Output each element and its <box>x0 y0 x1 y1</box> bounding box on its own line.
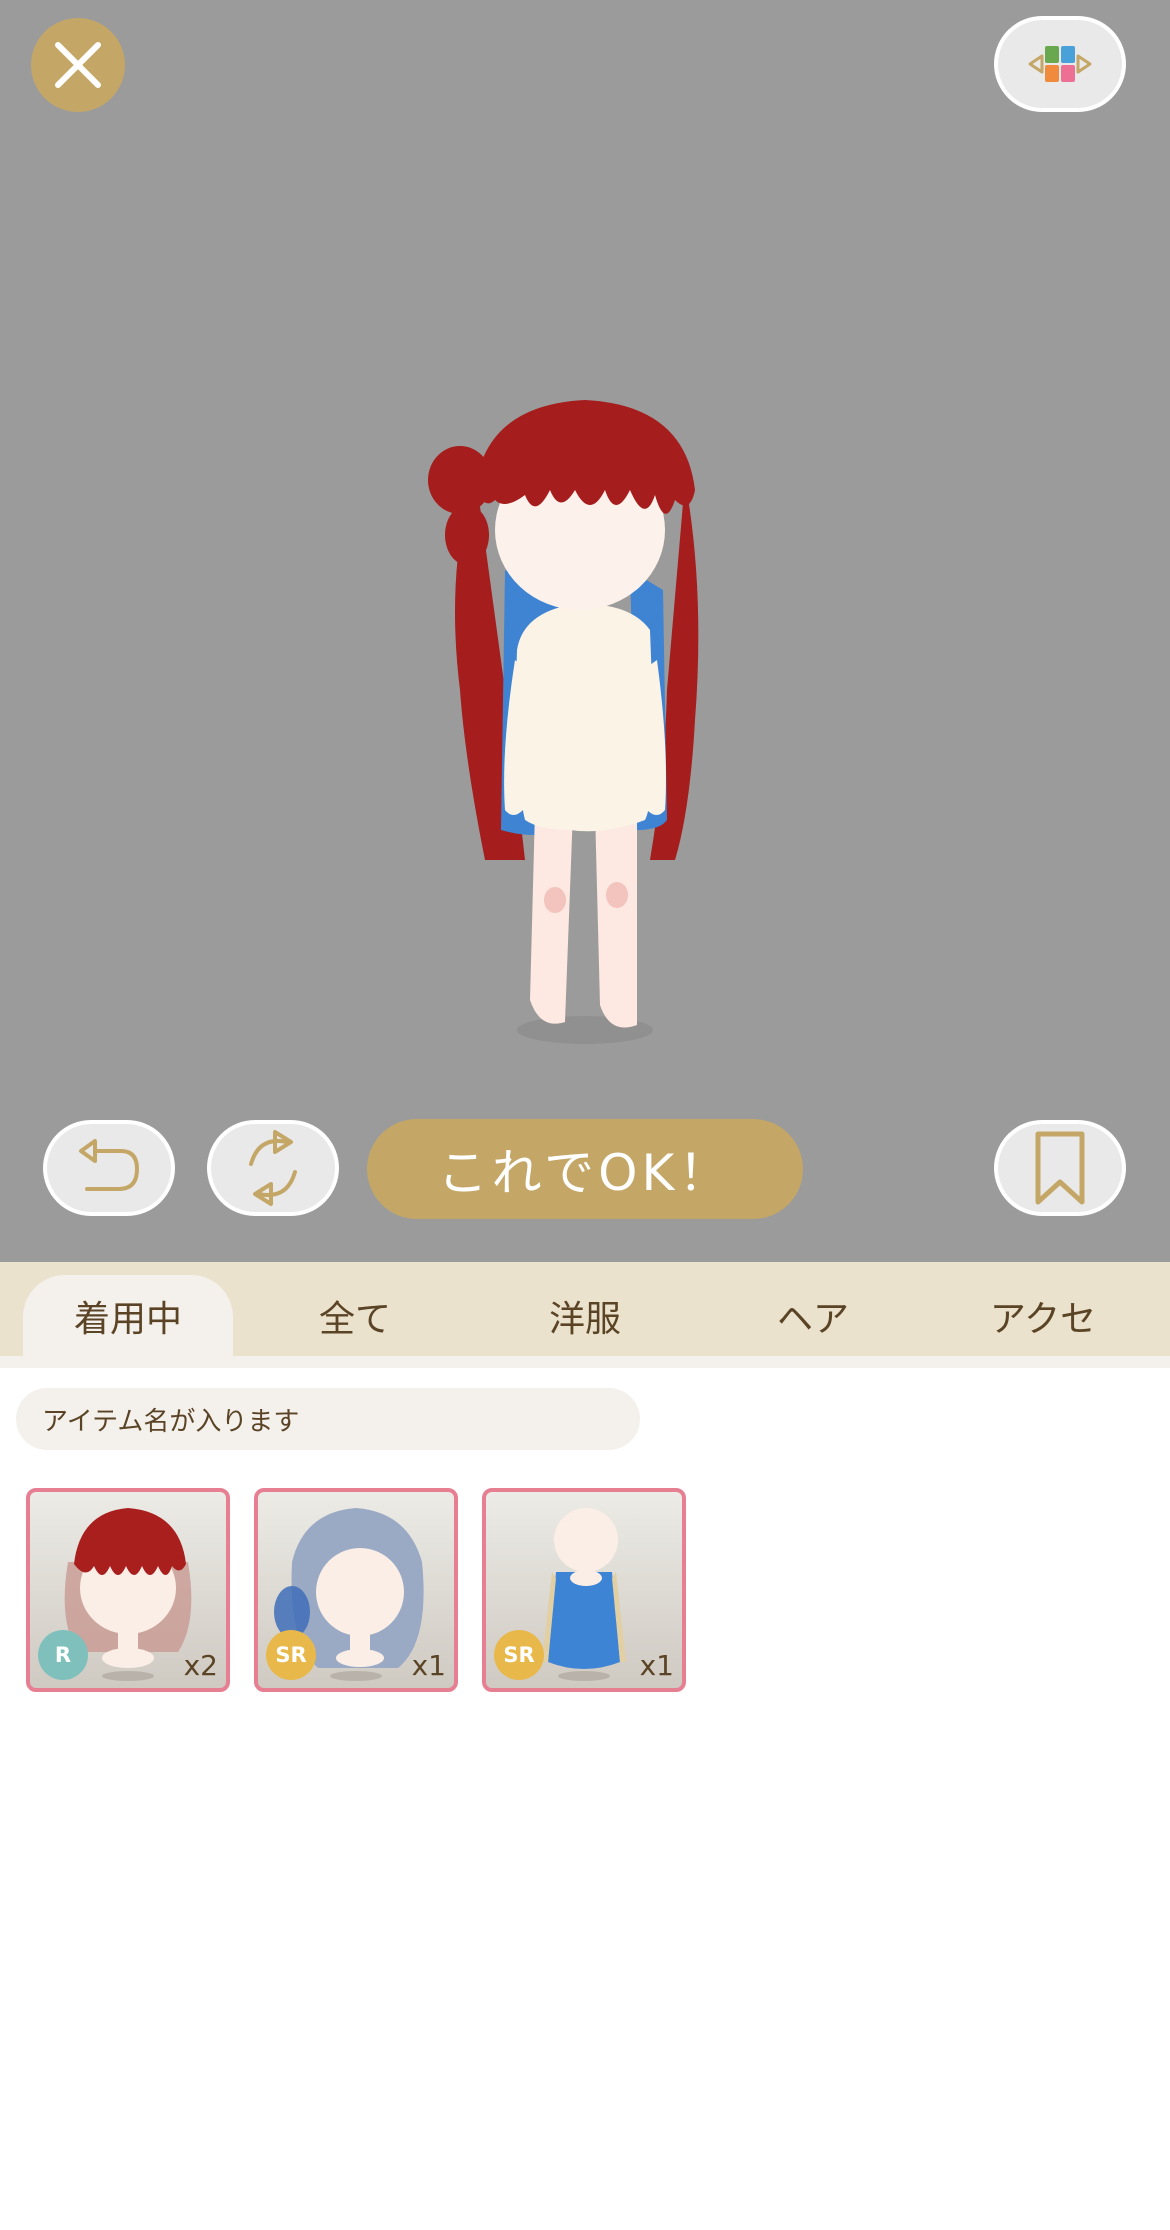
item-card[interactable]: SR x1 <box>482 1488 686 1692</box>
item-count: x1 <box>639 1649 674 1682</box>
bookmark-button[interactable] <box>994 1120 1126 1216</box>
item-name-field[interactable]: アイテム名が入ります <box>16 1388 640 1450</box>
tab-clothes-label: 洋服 <box>548 1298 621 1340</box>
rarity-label: SR <box>275 1643 307 1667</box>
refresh-icon <box>249 1130 297 1206</box>
tab-equipped[interactable]: 着用中 <box>23 1275 233 1356</box>
close-button[interactable] <box>31 18 125 112</box>
item-name-placeholder: アイテム名が入ります <box>42 1406 300 1437</box>
undo-button[interactable] <box>43 1120 175 1216</box>
item-card[interactable]: SR x1 <box>254 1488 458 1692</box>
hair-shape <box>74 1508 186 1575</box>
tab-equipped-label: 着用中 <box>73 1298 182 1340</box>
item-count: x2 <box>183 1649 218 1682</box>
hair-shape <box>548 1572 620 1669</box>
rarity-badge: R <box>38 1630 88 1680</box>
avatar-stage: これでOK！ <box>0 0 1170 1262</box>
confirm-ok-button[interactable]: これでOK！ <box>367 1119 803 1219</box>
tab-hair[interactable]: ヘア <box>708 1275 918 1356</box>
rarity-label: SR <box>503 1643 535 1667</box>
rarity-badge: SR <box>266 1630 316 1680</box>
tab-accessories[interactable]: アクセ <box>938 1275 1148 1356</box>
tab-bar-divider <box>0 1356 1170 1368</box>
rarity-label: R <box>54 1643 72 1667</box>
tab-hair-label: ヘア <box>776 1298 849 1340</box>
item-count: x1 <box>411 1649 446 1682</box>
avatar-character <box>428 400 699 1044</box>
close-icon <box>55 42 101 88</box>
rarity-badge: SR <box>494 1630 544 1680</box>
color-palette-button[interactable] <box>994 16 1126 112</box>
bookmark-icon <box>1035 1131 1085 1205</box>
tab-accessories-label: アクセ <box>989 1298 1097 1340</box>
undo-icon <box>79 1139 140 1191</box>
item-card[interactable]: R x2 <box>26 1488 230 1692</box>
tab-all-label: 全て <box>318 1298 391 1340</box>
tab-all[interactable]: 全て <box>250 1275 460 1356</box>
reset-button[interactable] <box>207 1120 339 1216</box>
tab-clothes[interactable]: 洋服 <box>480 1275 690 1356</box>
color-grid-icon <box>1028 46 1092 82</box>
confirm-ok-label: これでOK！ <box>437 1144 733 1202</box>
